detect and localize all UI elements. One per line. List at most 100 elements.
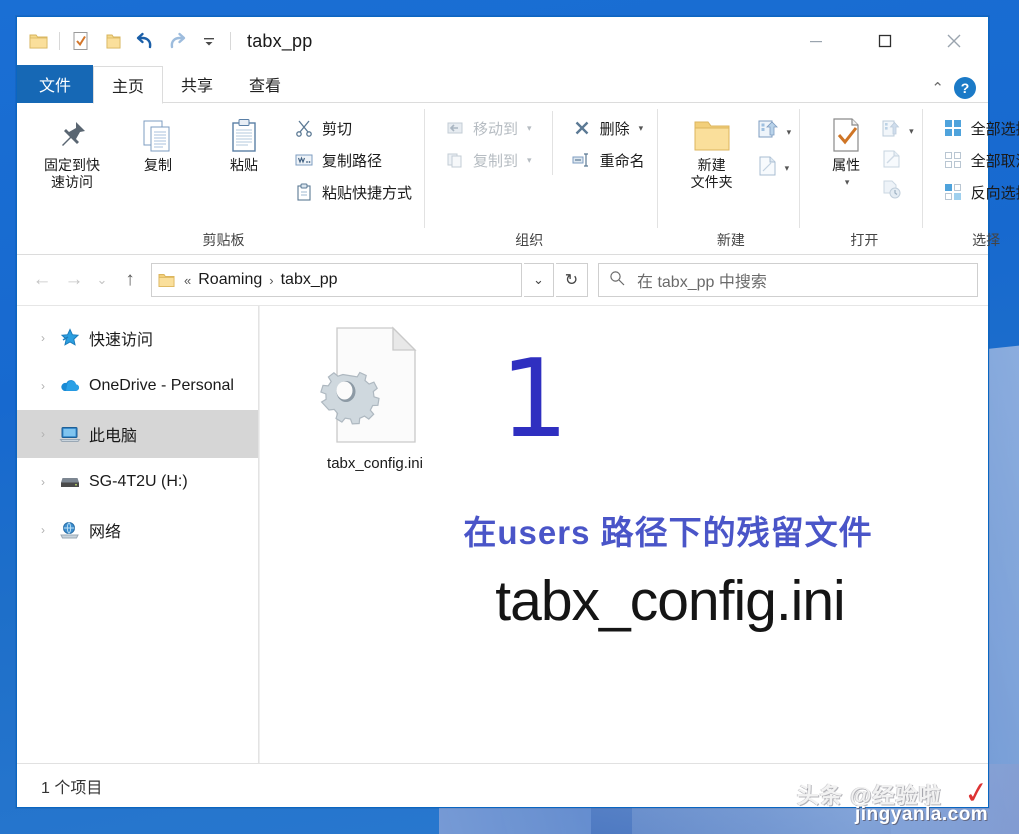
breadcrumb-overflow[interactable]: « bbox=[181, 273, 194, 288]
rename-button[interactable]: 重命名 bbox=[565, 145, 651, 175]
new-folder-button[interactable]: 新建 文件夹 bbox=[669, 111, 755, 195]
tab-file[interactable]: 文件 bbox=[17, 65, 94, 103]
clipboard-small-buttons: 剪切 复制路径 粘贴快捷方式 bbox=[287, 111, 418, 207]
chevron-right-icon-sg-4t2u[interactable]: › bbox=[35, 475, 51, 489]
list-item[interactable]: tabx_config.ini bbox=[300, 324, 450, 472]
paste-shortcut-icon bbox=[293, 183, 315, 201]
select-all-icon-svg bbox=[944, 120, 961, 136]
address-dropdown-button[interactable]: ⌄ bbox=[524, 263, 554, 297]
ribbon-group-open-body: 属性 ▾ ▾ bbox=[813, 103, 916, 230]
status-bar: 1 个项目 bbox=[17, 763, 988, 807]
copy-button[interactable]: 复制 bbox=[115, 111, 201, 178]
external-drive-icon-svg bbox=[61, 478, 79, 487]
forward-button[interactable]: → bbox=[59, 265, 89, 295]
back-button[interactable]: ← bbox=[27, 265, 57, 295]
properties-icon[interactable] bbox=[66, 26, 96, 56]
ribbon: 固定到快 速访问 复制 粘贴 剪切 复制路径 粘贴快捷方式 剪贴板 移动到 ▾ … bbox=[17, 103, 1019, 255]
delete-icon bbox=[571, 120, 593, 136]
select-all-button[interactable]: 全部选择 bbox=[936, 113, 1019, 143]
help-icon[interactable]: ? bbox=[954, 77, 976, 99]
edit-icon-svg bbox=[883, 150, 900, 167]
copy-path-button[interactable]: 复制路径 bbox=[287, 145, 418, 175]
new-folder-icon[interactable] bbox=[98, 26, 128, 56]
file-list-pane[interactable]: tabx_config.ini 1 在users 路径下的残留文件 tabx_c… bbox=[259, 306, 988, 763]
pin-to-quick-access-button[interactable]: 固定到快 速访问 bbox=[29, 111, 115, 195]
ini-config-file-icon-svg bbox=[320, 326, 417, 443]
maximize-icon bbox=[878, 34, 891, 48]
chevron-down-icon-3[interactable]: ▾ bbox=[639, 123, 644, 134]
ribbon-group-select-body: 全部选择 全部取消 bbox=[936, 103, 1019, 230]
external-drive-icon bbox=[59, 475, 81, 489]
breadcrumb-separator-1[interactable]: › bbox=[266, 273, 276, 288]
select-none-button[interactable]: 全部取消 bbox=[936, 145, 1019, 175]
new-item-row[interactable]: ▾ bbox=[757, 117, 792, 147]
history-icon bbox=[881, 178, 903, 205]
ribbon-tab-bar: 文件 主页 共享 查看 ⌃ ? bbox=[17, 65, 988, 104]
easy-access-icon-svg bbox=[759, 156, 776, 175]
breadcrumb-item-tabx-pp[interactable]: tabx_pp bbox=[277, 271, 342, 289]
chevron-right-icon-onedrive[interactable]: › bbox=[35, 379, 51, 393]
new-icon-column: ▾ ▾ bbox=[755, 111, 794, 183]
delete-button[interactable]: 删除 ▾ bbox=[565, 113, 651, 143]
cut-button[interactable]: 剪切 bbox=[287, 113, 418, 143]
close-button[interactable] bbox=[919, 17, 988, 65]
tab-share[interactable]: 共享 bbox=[163, 65, 231, 103]
search-box[interactable]: 在 tabx_pp 中搜索 bbox=[598, 263, 978, 297]
copy-path-icon bbox=[293, 152, 315, 168]
explorer-body: › 快速访问 › OneDrive - Personal › 此电脑 › SG-… bbox=[17, 305, 988, 763]
refresh-button[interactable]: ↻ bbox=[556, 263, 588, 297]
easy-access-row[interactable]: ▾ bbox=[757, 153, 792, 183]
ribbon-group-clipboard-title: 剪贴板 bbox=[202, 232, 245, 248]
redo-icon[interactable] bbox=[162, 26, 192, 56]
chevron-down-icon-open-with[interactable]: ▾ bbox=[909, 126, 914, 137]
undo-icon-svg bbox=[136, 32, 152, 49]
select-none-icon bbox=[942, 151, 964, 169]
chevron-right-icon-this-pc[interactable]: › bbox=[35, 427, 51, 441]
copy-path-icon-svg bbox=[295, 154, 313, 166]
edit-row[interactable] bbox=[881, 147, 914, 175]
tab-view[interactable]: 查看 bbox=[231, 65, 299, 103]
chevron-right-icon-network[interactable]: › bbox=[35, 523, 51, 537]
chevron-down-icon[interactable]: ▾ bbox=[527, 123, 532, 134]
chevron-down-icon-easy-access[interactable]: ▾ bbox=[785, 163, 790, 174]
undo-icon[interactable] bbox=[130, 26, 160, 56]
move-to-button[interactable]: 移动到 ▾ bbox=[438, 113, 538, 143]
ribbon-group-clipboard-body: 固定到快 速访问 复制 粘贴 剪切 复制路径 粘贴快捷方式 bbox=[29, 103, 418, 230]
chevron-up-icon[interactable]: ⌃ bbox=[931, 79, 944, 97]
paste-shortcut-label: 粘贴快捷方式 bbox=[322, 184, 413, 202]
sidebar-item-sg-4t2u[interactable]: › SG-4T2U (H:) bbox=[17, 458, 258, 506]
up-button[interactable]: ↑ bbox=[115, 265, 145, 295]
sidebar-item-network[interactable]: › 网络 bbox=[17, 506, 258, 554]
ribbon-group-new: 新建 文件夹 ▾ ▾ 新建 bbox=[656, 103, 800, 254]
invert-selection-icon-svg bbox=[944, 184, 961, 200]
minimize-button[interactable] bbox=[781, 17, 850, 65]
ribbon-group-clipboard: 固定到快 速访问 复制 粘贴 剪切 复制路径 粘贴快捷方式 剪贴板 bbox=[23, 103, 424, 254]
history-row[interactable] bbox=[881, 177, 914, 205]
copy-to-button[interactable]: 复制到 ▾ bbox=[438, 145, 538, 175]
copy-path-label: 复制路径 bbox=[322, 152, 383, 170]
search-input[interactable]: 在 tabx_pp 中搜索 bbox=[637, 268, 767, 292]
onedrive-cloud-icon bbox=[59, 378, 81, 394]
copy-to-label: 复制到 bbox=[473, 152, 519, 170]
sidebar-item-onedrive[interactable]: › OneDrive - Personal bbox=[17, 362, 258, 410]
properties-button[interactable]: 属性 ▾ bbox=[813, 111, 879, 195]
new-item-icon-svg bbox=[758, 120, 778, 137]
chevron-right-icon-quick-access[interactable]: › bbox=[35, 331, 51, 345]
breadcrumb-item-roaming[interactable]: Roaming bbox=[194, 271, 266, 289]
chevron-down-icon-2[interactable]: ▾ bbox=[527, 155, 532, 166]
chevron-down-icon-new-item[interactable]: ▾ bbox=[787, 127, 792, 138]
quick-access-toolbar bbox=[23, 26, 235, 56]
breadcrumb[interactable]: « Roaming › tabx_pp bbox=[151, 263, 522, 297]
tab-home[interactable]: 主页 bbox=[93, 66, 164, 104]
recent-locations-button[interactable]: ⌄ bbox=[91, 265, 113, 295]
invert-selection-button[interactable]: 反向选择 bbox=[936, 177, 1019, 207]
maximize-button[interactable] bbox=[850, 17, 919, 65]
paste-shortcut-button[interactable]: 粘贴快捷方式 bbox=[287, 177, 418, 207]
open-with-row[interactable]: ▾ bbox=[881, 117, 914, 145]
sidebar-item-this-pc[interactable]: › 此电脑 bbox=[17, 410, 258, 458]
paste-button[interactable]: 粘贴 bbox=[201, 111, 287, 178]
customize-qat-icon[interactable] bbox=[194, 26, 224, 56]
chevron-down-icon-properties[interactable]: ▾ bbox=[845, 174, 850, 191]
sidebar-item-quick-access[interactable]: › 快速访问 bbox=[17, 314, 258, 362]
folder-icon[interactable] bbox=[23, 26, 53, 56]
